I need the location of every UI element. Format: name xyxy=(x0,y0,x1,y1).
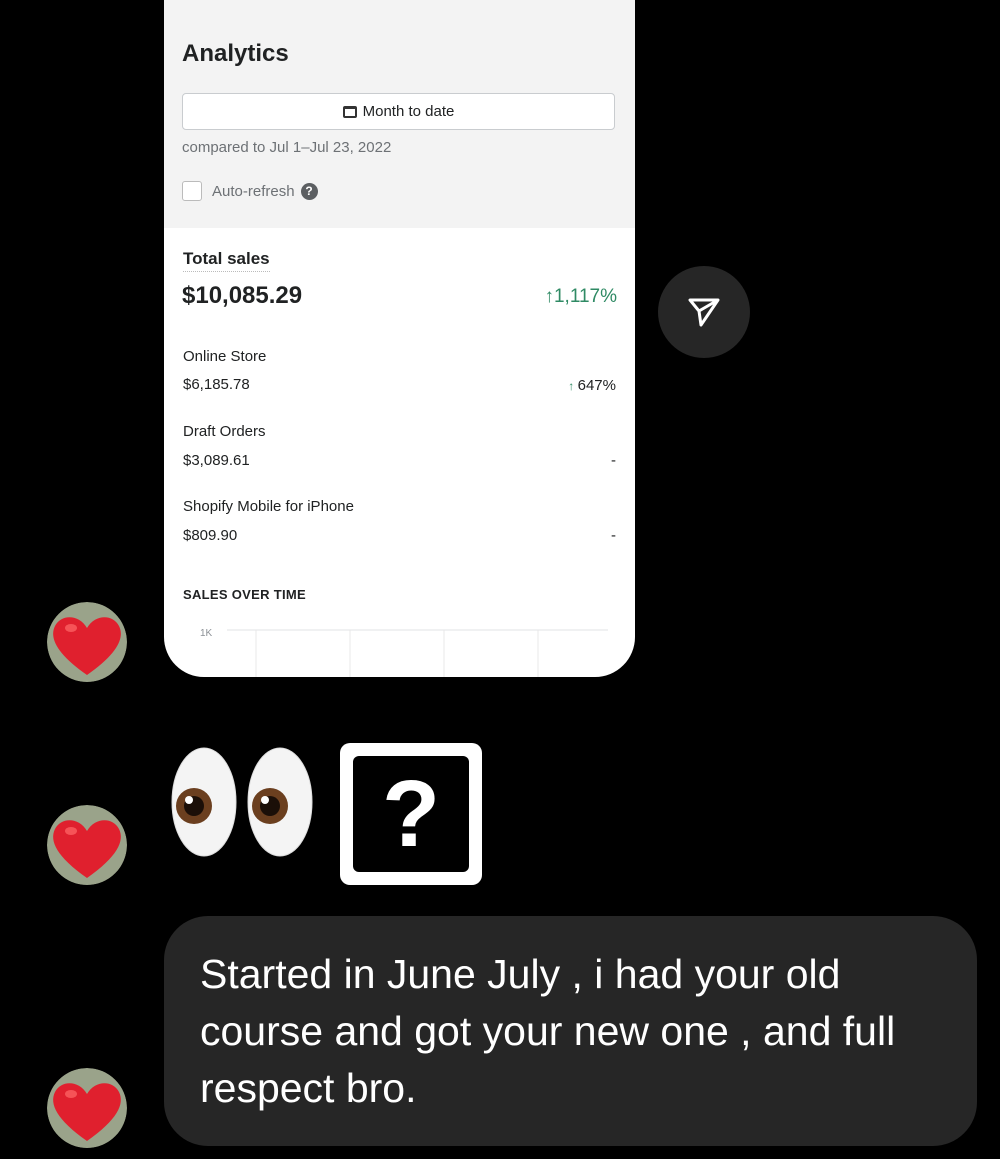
help-icon[interactable]: ? xyxy=(300,182,318,200)
total-sales-change: ↑1,117% xyxy=(544,286,617,308)
avatar-image xyxy=(47,805,127,885)
avatar[interactable] xyxy=(47,602,127,682)
auto-refresh-checkbox[interactable] xyxy=(182,181,202,201)
channel-change-value: 647% xyxy=(577,377,616,394)
y-tick-label: 1K xyxy=(200,628,213,639)
auto-refresh-toggle[interactable]: Auto-refresh ? xyxy=(182,181,318,201)
total-sales-value: $10,085.29 xyxy=(182,282,303,309)
channel-value: $6,185.78 xyxy=(183,376,250,393)
total-sales-change-value: 1,117% xyxy=(553,286,617,307)
paper-plane-icon xyxy=(688,298,720,327)
share-button[interactable] xyxy=(658,266,750,358)
arrow-up-icon: ↑ xyxy=(544,286,554,307)
date-range-button[interactable]: Month to date xyxy=(182,93,615,130)
total-sales-label[interactable]: Total sales xyxy=(183,249,270,272)
channel-value: $3,089.61 xyxy=(183,452,250,469)
page-title: Analytics xyxy=(182,40,289,67)
channel-change: ↑ 647% xyxy=(568,377,616,394)
channel-change: - xyxy=(611,527,616,544)
question-mark-icon: ? xyxy=(353,756,469,872)
eyes-emoji xyxy=(171,747,313,857)
avatar[interactable] xyxy=(47,1068,127,1148)
date-range-label: Month to date xyxy=(362,103,455,120)
channel-value: $809.90 xyxy=(183,527,238,544)
calendar-icon xyxy=(342,105,357,118)
avatar-image xyxy=(47,1068,127,1148)
channel-name: Draft Orders xyxy=(183,423,266,440)
message-bubble[interactable]: Started in June July , i had your old co… xyxy=(164,916,977,1146)
arrow-up-icon: ↑ xyxy=(568,379,578,393)
auto-refresh-label: Auto-refresh xyxy=(212,182,295,200)
question-mark-emoji: ? xyxy=(340,743,482,885)
sales-over-time-chart: 1K xyxy=(200,628,608,677)
avatar-image xyxy=(47,602,127,682)
message-text: Started in June July , i had your old co… xyxy=(200,951,896,1111)
shared-analytics-screenshot[interactable]: Analytics Month to date compared to Jul … xyxy=(164,0,635,677)
channel-name: Shopify Mobile for iPhone xyxy=(183,498,354,515)
channel-name: Online Store xyxy=(183,348,267,365)
comparison-text: compared to Jul 1–Jul 23, 2022 xyxy=(182,139,392,156)
avatar[interactable] xyxy=(47,805,127,885)
sales-over-time-heading: SALES OVER TIME xyxy=(183,587,306,602)
channel-change: - xyxy=(611,452,616,469)
